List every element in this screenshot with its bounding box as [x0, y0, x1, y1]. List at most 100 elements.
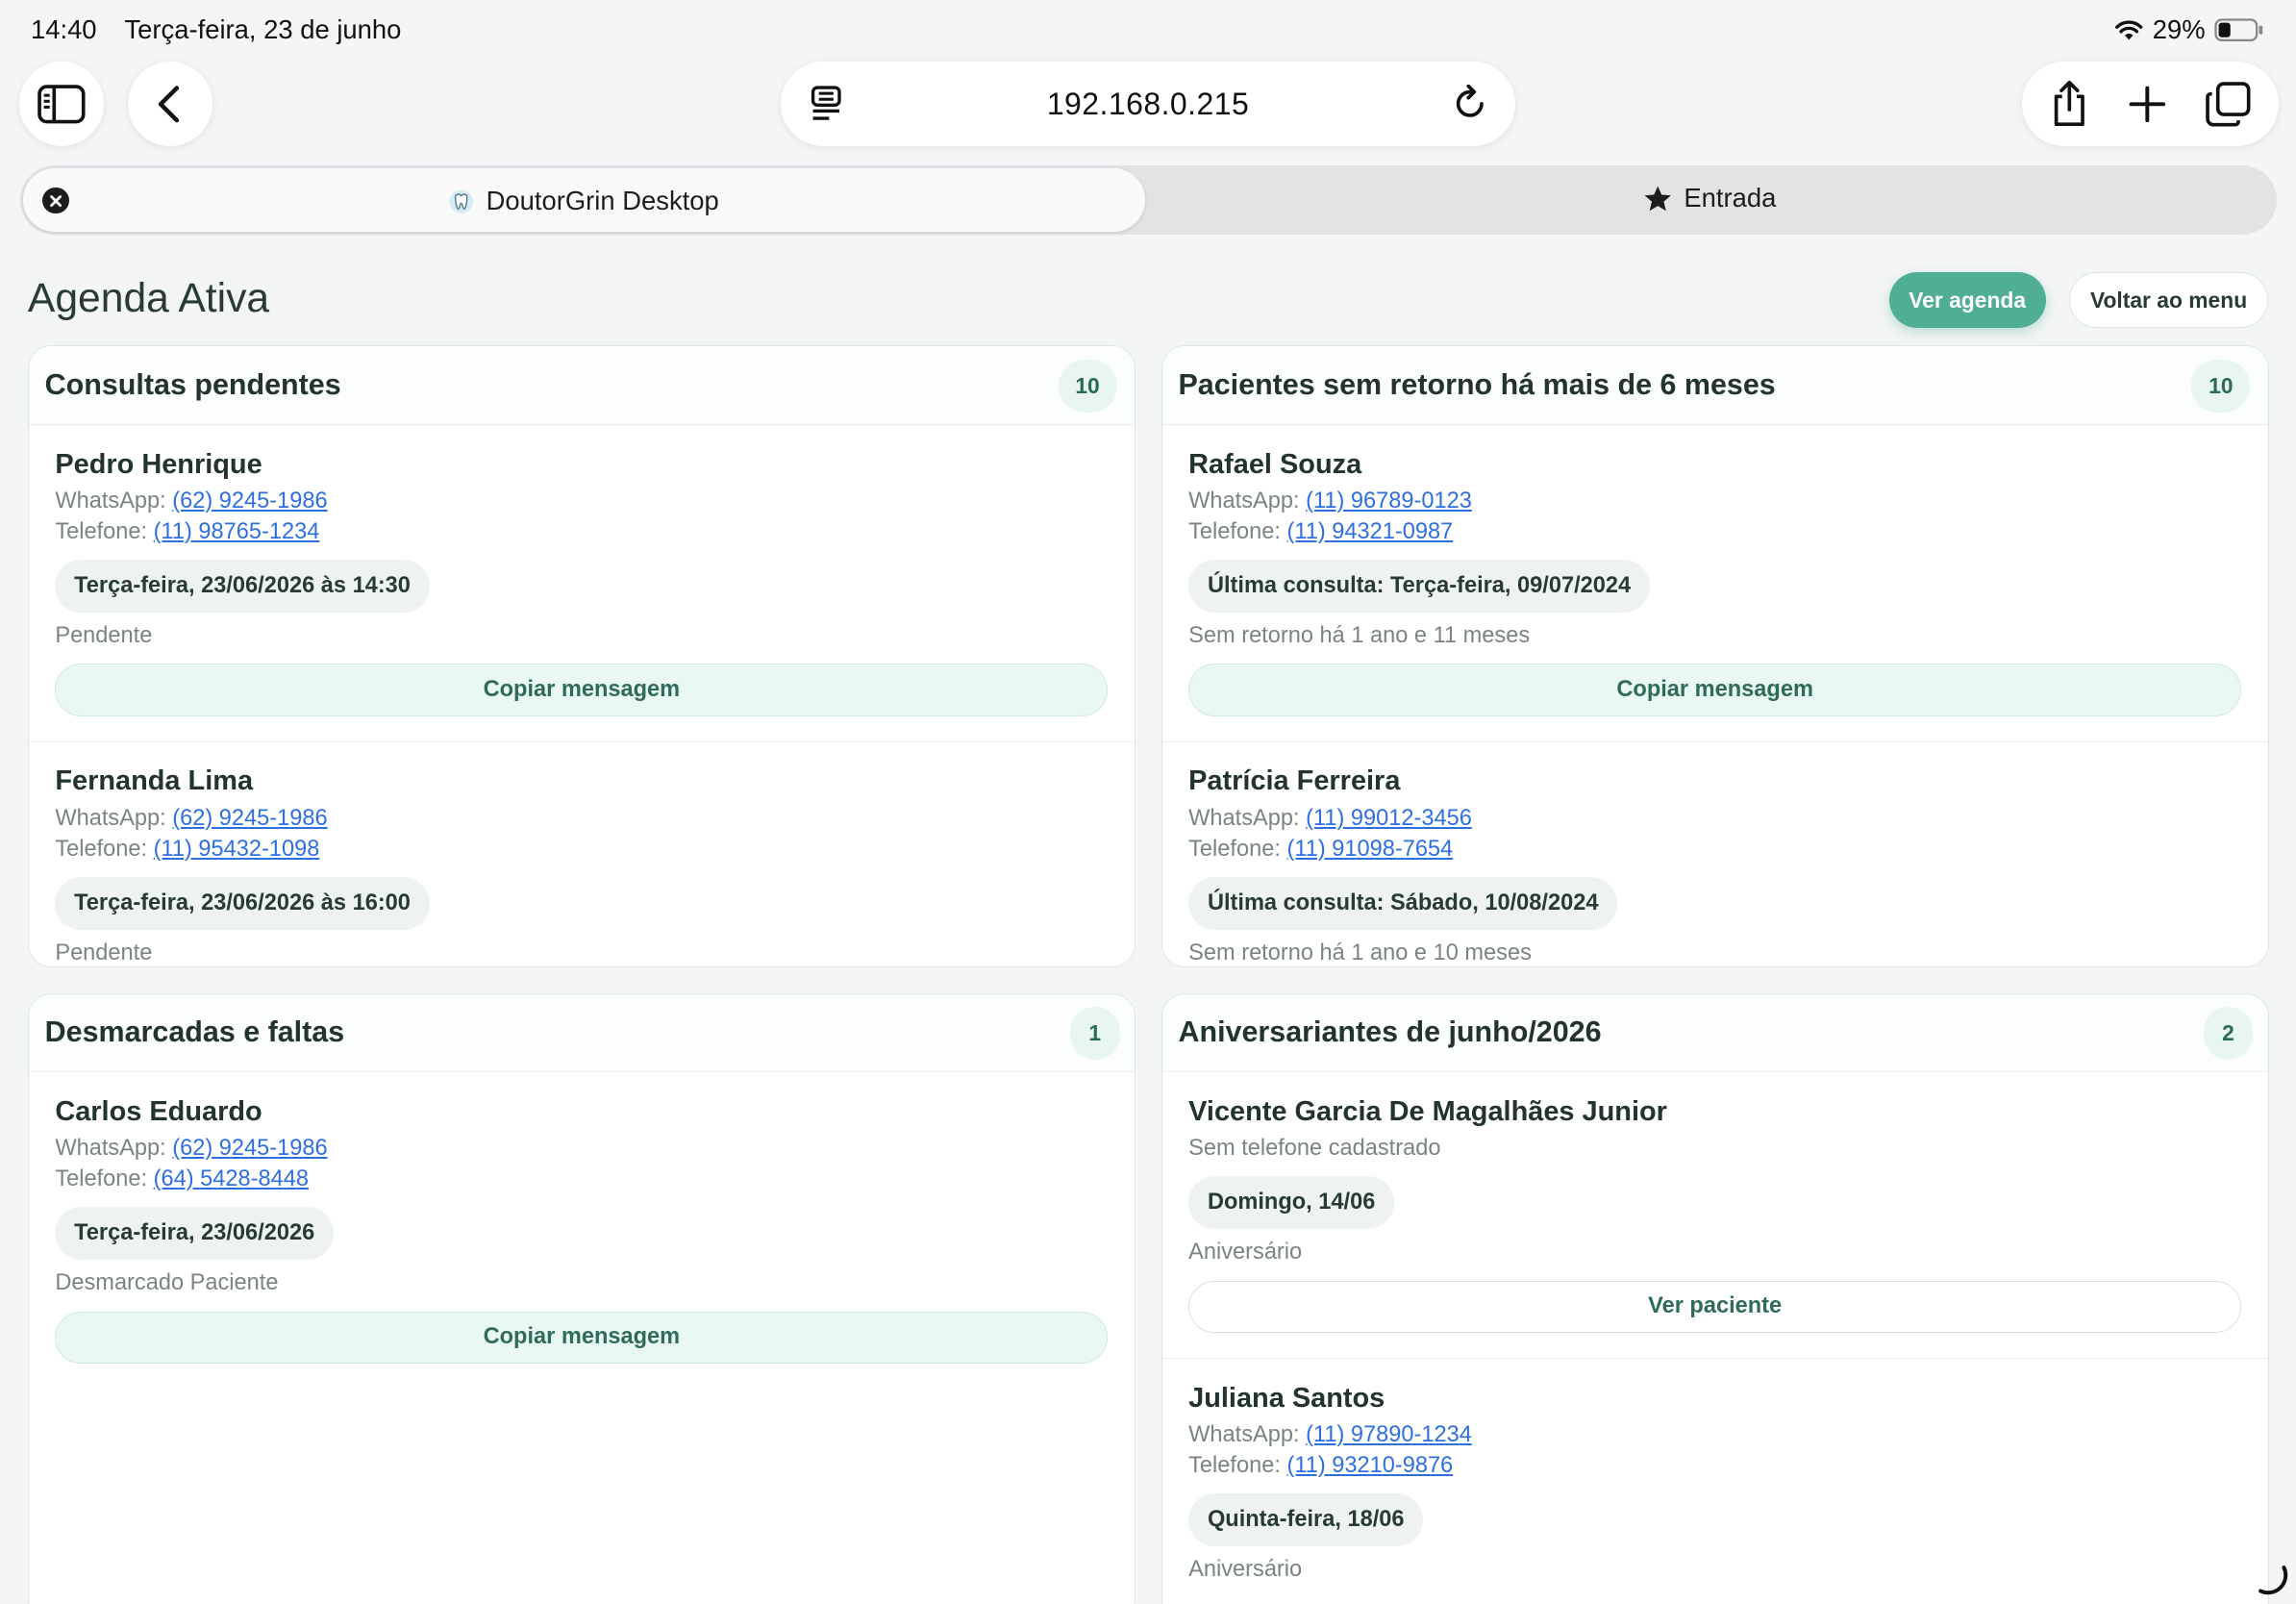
card-title: Consultas pendentes	[44, 368, 341, 402]
whatsapp-line: WhatsApp: (11) 99012-3456	[1188, 806, 1472, 832]
appointment-pill: Terça-feira, 23/06/2026	[55, 1207, 335, 1261]
whatsapp-link[interactable]: (62) 9245-1986	[172, 806, 327, 831]
tab-bar: DoutorGrin Desktop Entrada	[20, 165, 2278, 235]
list-item: Patrícia Ferreira WhatsApp: (11) 99012-3…	[1162, 742, 2268, 966]
card-consultas-pendentes: Consultas pendentes 10 Pedro Henrique Wh…	[27, 345, 1136, 967]
patient-name: Vicente Garcia De Magalhães Junior	[1188, 1095, 1667, 1127]
resize-corner-icon	[2259, 1565, 2288, 1594]
tab-doutorgrin-label-group: DoutorGrin Desktop	[448, 186, 719, 216]
sidebar-toggle-button[interactable]	[18, 61, 105, 147]
telefone-link[interactable]: (11) 95432-1098	[154, 837, 320, 862]
patient-name: Pedro Henrique	[55, 448, 262, 480]
whatsapp-link[interactable]: (62) 9245-1986	[172, 1136, 327, 1161]
birthday-pill: Quinta-feira, 18/06	[1188, 1493, 1424, 1547]
card-title: Desmarcadas e faltas	[44, 1015, 345, 1049]
url-text: 192.168.0.215	[1046, 86, 1250, 121]
whatsapp-line: WhatsApp: (62) 9245-1986	[55, 1136, 327, 1162]
wifi-icon	[2115, 20, 2143, 40]
telefone-line: Telefone: (11) 95432-1098	[55, 837, 319, 863]
screen: 14:40 Terça-feira, 23 de junho 29% 192.1…	[0, 0, 2296, 1604]
no-phone-note: Sem telefone cadastrado	[1188, 1135, 1441, 1161]
tabs-overview-icon[interactable]	[2205, 81, 2252, 128]
whatsapp-link[interactable]: (11) 99012-3456	[1306, 806, 1472, 831]
card-desmarcadas-faltas: Desmarcadas e faltas 1 Carlos Eduardo Wh…	[27, 992, 1136, 1604]
back-button[interactable]	[127, 61, 212, 147]
telefone-link[interactable]: (11) 93210-9876	[1286, 1453, 1453, 1478]
whatsapp-link[interactable]: (62) 9245-1986	[172, 489, 327, 514]
plus-icon[interactable]	[2127, 84, 2168, 125]
patient-name: Rafael Souza	[1188, 448, 1362, 480]
patient-name: Fernanda Lima	[55, 765, 254, 797]
whatsapp-link[interactable]: (11) 96789-0123	[1306, 489, 1472, 514]
star-icon	[1644, 186, 1671, 212]
tab-entrada[interactable]: Entrada	[1643, 183, 1776, 213]
whatsapp-link[interactable]: (11) 97890-1234	[1306, 1422, 1472, 1447]
ver-agenda-button[interactable]: Ver agenda	[1888, 272, 2046, 329]
count-badge: 2	[2203, 1007, 2254, 1061]
status-text: Pendente	[55, 940, 153, 965]
status-time: 14:40	[30, 14, 97, 45]
whatsapp-line: WhatsApp: (62) 9245-1986	[55, 806, 327, 832]
whatsapp-label: WhatsApp:	[1188, 805, 1300, 831]
telefone-label: Telefone:	[55, 518, 148, 544]
chevron-left-icon	[159, 86, 180, 123]
battery-percent: 29%	[2152, 14, 2206, 45]
close-icon	[49, 194, 62, 207]
card-header: Consultas pendentes 10	[28, 346, 1135, 426]
address-bar[interactable]: 192.168.0.215	[780, 61, 1516, 147]
telefone-label: Telefone:	[55, 836, 148, 862]
birthday-pill: Domingo, 14/06	[1188, 1176, 1395, 1230]
card-header: Aniversariantes de junho/2026 2	[1161, 993, 2268, 1073]
status-text: Aniversário	[1188, 1556, 1303, 1582]
patient-name: Juliana Santos	[1188, 1382, 1385, 1414]
patient-name: Carlos Eduardo	[55, 1095, 262, 1127]
reload-icon[interactable]	[1451, 85, 1489, 123]
telefone-link[interactable]: (64) 5428-8448	[154, 1166, 309, 1191]
card-aniversariantes: Aniversariantes de junho/2026 2 Vicente …	[1160, 992, 2269, 1604]
list-item: Vicente Garcia De Magalhães Junior Sem t…	[1161, 1072, 2268, 1360]
telefone-label: Telefone:	[55, 1165, 148, 1191]
page-title: Agenda Ativa	[27, 275, 270, 322]
whatsapp-label: WhatsApp:	[1188, 1421, 1300, 1447]
toolbar-right-group	[2022, 61, 2279, 147]
battery-icon	[2214, 18, 2263, 42]
whatsapp-label: WhatsApp:	[55, 488, 166, 514]
appointment-pill: Terça-feira, 23/06/2026 às 16:00	[55, 877, 430, 931]
tab-doutorgrin[interactable]: DoutorGrin Desktop	[23, 168, 1145, 232]
tooth-favicon-icon	[449, 189, 473, 213]
whatsapp-line: WhatsApp: (11) 96789-0123	[1188, 489, 1472, 514]
whatsapp-line: WhatsApp: (11) 97890-1234	[1188, 1422, 1472, 1448]
telefone-link[interactable]: (11) 94321-0987	[1286, 519, 1453, 544]
telefone-link[interactable]: (11) 98765-1234	[154, 519, 320, 544]
tab-close-button[interactable]	[42, 187, 69, 214]
list-item: Fernanda Lima WhatsApp: (62) 9245-1986 T…	[29, 742, 1135, 966]
card-title: Pacientes sem retorno há mais de 6 meses	[1178, 368, 1776, 402]
whatsapp-label: WhatsApp:	[55, 1135, 166, 1161]
voltar-menu-button[interactable]: Voltar ao menu	[2068, 272, 2269, 329]
count-badge: 10	[1058, 360, 1117, 413]
status-text: Pendente	[55, 622, 153, 648]
share-icon[interactable]	[2049, 79, 2090, 129]
patient-name: Patrícia Ferreira	[1188, 765, 1401, 797]
list-item: Juliana Santos WhatsApp: (11) 97890-1234…	[1162, 1359, 2268, 1603]
last-visit-pill: Última consulta: Terça-feira, 09/07/2024	[1188, 560, 1650, 614]
telefone-line: Telefone: (11) 94321-0987	[1188, 519, 1453, 545]
sidebar-icon	[37, 85, 86, 124]
count-badge: 1	[1069, 1007, 1120, 1061]
list-item: Carlos Eduardo WhatsApp: (62) 9245-1986 …	[29, 1072, 1135, 1394]
status-text: Sem retorno há 1 ano e 11 meses	[1188, 622, 1531, 648]
copiar-mensagem-button[interactable]: Copiar mensagem	[55, 1311, 1109, 1365]
telefone-link[interactable]: (11) 91098-7654	[1286, 837, 1453, 862]
status-right: 29%	[2114, 14, 2263, 45]
card-sem-retorno: Pacientes sem retorno há mais de 6 meses…	[1160, 345, 2269, 967]
appointment-pill: Terça-feira, 23/06/2026 às 14:30	[55, 560, 430, 614]
status-text: Desmarcado Paciente	[55, 1269, 279, 1295]
telefone-label: Telefone:	[1188, 836, 1281, 862]
copiar-mensagem-button[interactable]: Copiar mensagem	[1188, 664, 2242, 717]
status-date: Terça-feira, 23 de junho	[124, 14, 402, 45]
copiar-mensagem-button[interactable]: Copiar mensagem	[55, 664, 1109, 717]
ver-paciente-button[interactable]: Ver paciente	[1188, 1280, 2242, 1334]
telefone-line: Telefone: (64) 5428-8448	[55, 1166, 309, 1192]
card-title: Aniversariantes de junho/2026	[1178, 1015, 1602, 1049]
card-header: Pacientes sem retorno há mais de 6 meses…	[1161, 346, 2268, 426]
